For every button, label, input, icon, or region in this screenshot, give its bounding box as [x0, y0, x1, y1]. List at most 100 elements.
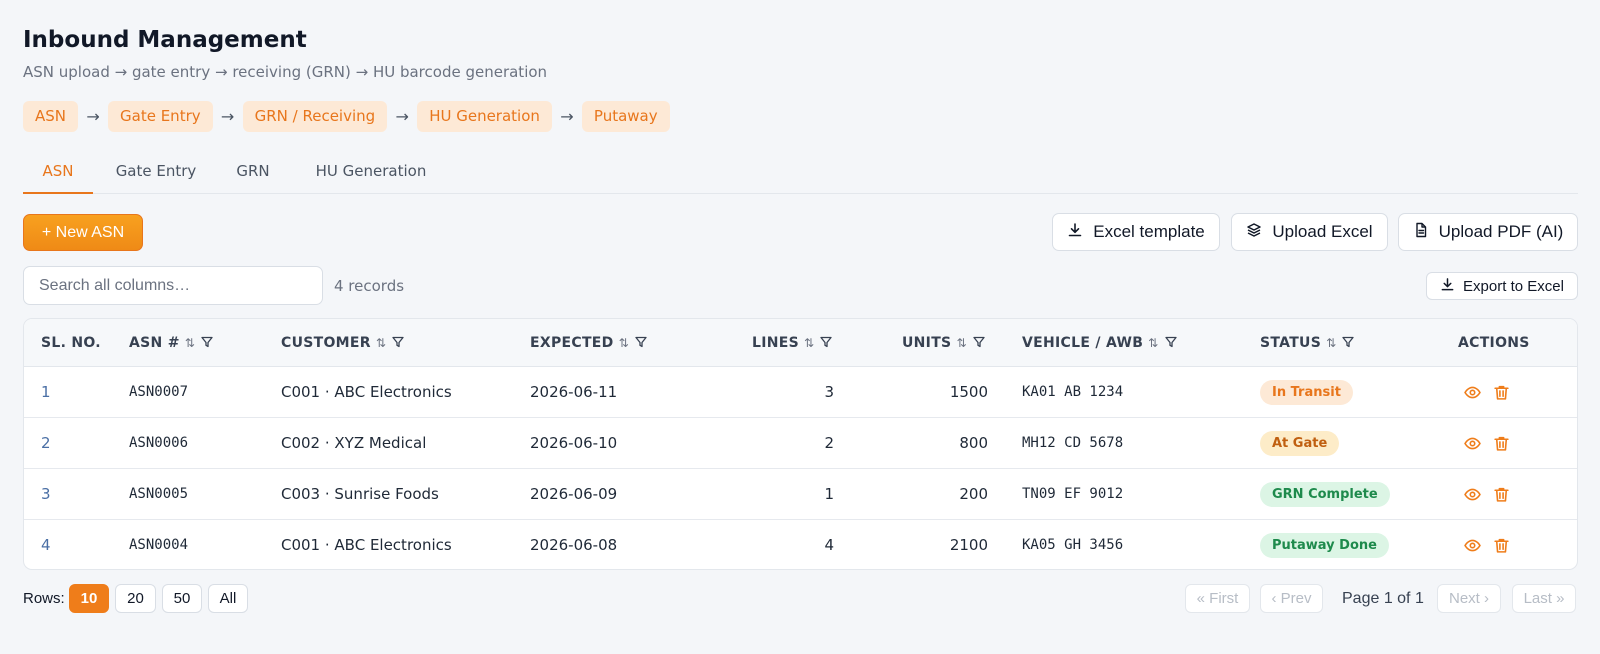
status-badge: GRN Complete — [1260, 482, 1390, 507]
eye-icon[interactable] — [1464, 384, 1481, 401]
column-header-label: VEHICLE / AWB — [1022, 335, 1144, 351]
tab-gate-entry[interactable]: Gate Entry — [106, 150, 206, 194]
column-header-label: ASN # — [129, 335, 180, 351]
cell-lines: 1 — [824, 485, 834, 503]
flow-arrow: → — [560, 107, 574, 126]
trash-icon[interactable] — [1493, 537, 1510, 554]
cell-asn-number: ASN0005 — [129, 486, 189, 502]
tab-hu-generation[interactable]: HU Generation — [300, 150, 442, 194]
filter-icon[interactable] — [195, 335, 213, 351]
status-badge: At Gate — [1260, 431, 1340, 456]
eye-icon[interactable] — [1464, 537, 1481, 554]
search-input[interactable] — [23, 266, 323, 305]
upload-pdf-button[interactable]: Upload PDF (AI) — [1398, 213, 1578, 251]
excel-template-label: Excel template — [1093, 222, 1205, 241]
cell-vehicle-awb: KA05 GH 3456 — [1022, 537, 1124, 553]
filter-icon[interactable] — [967, 335, 985, 351]
flow-arrow: → — [86, 107, 100, 126]
trash-icon[interactable] — [1493, 435, 1510, 452]
new-asn-button[interactable]: + New ASN — [23, 214, 143, 251]
status-badge: Putaway Done — [1260, 533, 1389, 558]
rows-option-all[interactable]: All — [208, 584, 248, 613]
column-header-units[interactable]: UNITS ⇅ — [902, 319, 985, 367]
cell-units: 800 — [959, 434, 988, 452]
cell-units: 200 — [959, 485, 988, 503]
column-header-label: UNITS — [902, 335, 952, 351]
trash-icon[interactable] — [1493, 486, 1510, 503]
cell-asn-number: ASN0006 — [129, 435, 189, 451]
cell-lines: 2 — [824, 434, 834, 452]
cell-units: 1500 — [949, 383, 988, 401]
upload-excel-button[interactable]: Upload Excel — [1231, 213, 1388, 251]
filter-icon[interactable] — [1159, 335, 1177, 351]
column-header-sl-no: SL. NO. — [41, 319, 101, 367]
table-header: SL. NO. ASN # ⇅ CUSTOMER ⇅ EXPECTED ⇅ LINES… — [24, 319, 1577, 367]
cell-vehicle-awb: KA01 AB 1234 — [1022, 384, 1124, 400]
download-icon — [1067, 222, 1083, 243]
cell-customer: C001 · ABC Electronics — [281, 536, 452, 554]
cell-expected: 2026-06-11 — [530, 383, 618, 401]
sort-icon[interactable]: ⇅ — [1326, 336, 1336, 350]
column-header-status[interactable]: STATUS ⇅ — [1260, 319, 1355, 367]
cell-asn-number: ASN0004 — [129, 537, 189, 553]
sort-icon[interactable]: ⇅ — [804, 336, 814, 350]
filter-icon[interactable] — [629, 335, 647, 351]
table-row: 4 ASN0004 C001 · ABC Electronics 2026-06… — [24, 520, 1577, 569]
column-header-lines[interactable]: LINES ⇅ — [752, 319, 833, 367]
table-row: 2 ASN0006 C002 · XYZ Medical 2026-06-10 … — [24, 418, 1577, 469]
sort-icon[interactable]: ⇅ — [956, 336, 966, 350]
rows-option-50[interactable]: 50 — [162, 584, 202, 613]
flow-step-hu-generation: HU Generation — [417, 101, 552, 132]
first-page-button[interactable]: « First — [1185, 584, 1250, 613]
column-header-asn[interactable]: ASN # ⇅ — [129, 319, 213, 367]
tab-grn[interactable]: GRN — [221, 150, 285, 194]
last-page-button[interactable]: Last » — [1512, 584, 1576, 613]
column-header-label: EXPECTED — [530, 335, 614, 351]
excel-template-button[interactable]: Excel template — [1052, 213, 1220, 251]
flow-step-gate-entry: Gate Entry — [108, 101, 213, 132]
eye-icon[interactable] — [1464, 435, 1481, 452]
layers-icon — [1246, 222, 1262, 243]
prev-page-button[interactable]: ‹ Prev — [1260, 584, 1323, 613]
sort-icon[interactable]: ⇅ — [619, 336, 629, 350]
cell-lines: 3 — [824, 383, 834, 401]
tab-bar: ASN Gate Entry GRN HU Generation — [23, 150, 1578, 194]
filter-icon[interactable] — [814, 335, 833, 351]
sort-icon[interactable]: ⇅ — [376, 336, 386, 350]
column-header-customer[interactable]: CUSTOMER ⇅ — [281, 319, 404, 367]
cell-customer: C003 · Sunrise Foods — [281, 485, 439, 503]
rows-option-20[interactable]: 20 — [115, 584, 156, 613]
sort-icon[interactable]: ⇅ — [1148, 336, 1158, 350]
file-icon — [1413, 222, 1429, 243]
export-excel-button[interactable]: Export to Excel — [1426, 272, 1578, 300]
column-header-vehicle-awb[interactable]: VEHICLE / AWB ⇅ — [1022, 319, 1177, 367]
cell-sl-no: 3 — [41, 485, 51, 503]
page-title: Inbound Management — [23, 27, 307, 53]
column-header-expected[interactable]: EXPECTED ⇅ — [530, 319, 647, 367]
flow-step-grn-receiving: GRN / Receiving — [242, 101, 388, 132]
cell-vehicle-awb: MH12 CD 5678 — [1022, 435, 1124, 451]
status-badge: In Transit — [1260, 380, 1353, 405]
process-flow: ASN → Gate Entry → GRN / Receiving → HU … — [23, 101, 670, 132]
table-row: 3 ASN0005 C003 · Sunrise Foods 2026-06-0… — [24, 469, 1577, 520]
cell-expected: 2026-06-10 — [530, 434, 618, 452]
sort-icon[interactable]: ⇅ — [185, 336, 195, 350]
cell-expected: 2026-06-08 — [530, 536, 618, 554]
flow-arrow: → — [220, 107, 235, 126]
tab-asn[interactable]: ASN — [23, 150, 93, 194]
cell-customer: C001 · ABC Electronics — [281, 383, 452, 401]
page-info: Page 1 of 1 — [1342, 590, 1424, 607]
filter-icon[interactable] — [1336, 335, 1355, 351]
trash-icon[interactable] — [1493, 384, 1510, 401]
column-header-label: STATUS — [1260, 335, 1322, 351]
rows-option-10[interactable]: 10 — [69, 584, 109, 613]
filter-icon[interactable] — [386, 335, 404, 351]
next-page-button[interactable]: Next › — [1437, 584, 1501, 613]
page-subtitle: ASN upload → gate entry → receiving (GRN… — [23, 63, 548, 81]
column-header-label: ACTIONS — [1458, 335, 1530, 351]
asn-table: SL. NO. ASN # ⇅ CUSTOMER ⇅ EXPECTED ⇅ LINES… — [23, 318, 1578, 570]
flow-arrow: → — [395, 107, 409, 126]
flow-step-asn: ASN — [23, 101, 79, 132]
cell-units: 2100 — [949, 536, 988, 554]
eye-icon[interactable] — [1464, 486, 1481, 503]
